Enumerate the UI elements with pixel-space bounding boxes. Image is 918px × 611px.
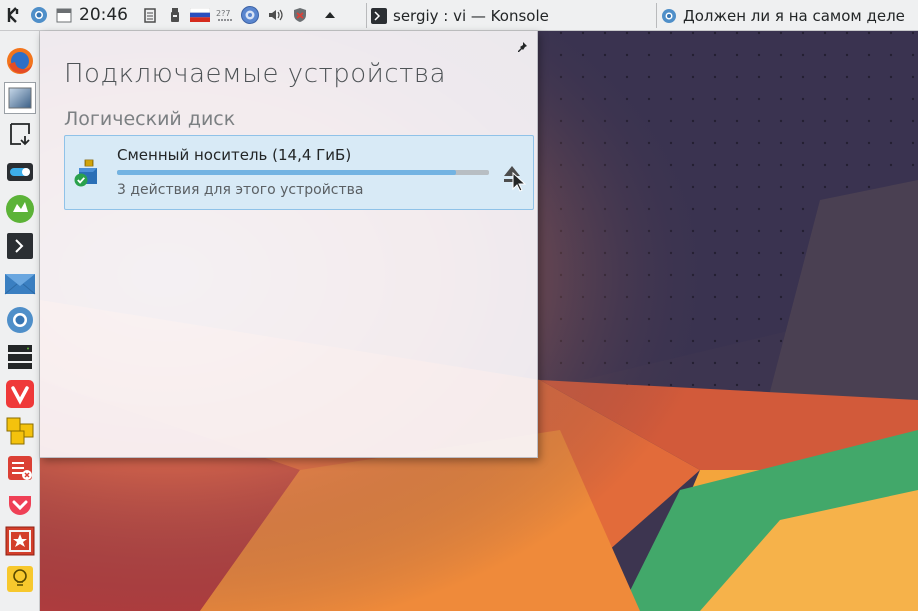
usb-drive-icon[interactable]: [164, 4, 186, 26]
taskbar-item-konsole[interactable]: sergiy : vi — Konsole: [366, 3, 653, 28]
chromium-icon[interactable]: [28, 4, 50, 26]
kde-logo-icon[interactable]: [3, 4, 25, 26]
vivaldi-icon[interactable]: [4, 378, 36, 410]
taskbar-item-title: Должен ли я на самом деле: [683, 6, 905, 25]
chromium-icon[interactable]: [4, 304, 36, 336]
puzzle-icon[interactable]: [4, 415, 36, 447]
device-notifier-popup: Подключаемые устройства Логический диск …: [40, 31, 538, 458]
volume-icon[interactable]: [264, 4, 286, 26]
expand-arrow-icon[interactable]: [319, 4, 341, 26]
clock[interactable]: 20:46: [79, 5, 128, 25]
terminal-icon: [371, 7, 387, 24]
settings-gear-icon[interactable]: [239, 4, 261, 26]
russian-flag-icon[interactable]: [189, 4, 211, 26]
taskbar-item-title: sergiy : vi — Konsole: [393, 6, 549, 25]
server-icon[interactable]: [4, 341, 36, 373]
device-name: Сменный носитель (14,4 ГиБ): [117, 146, 352, 164]
shield-icon[interactable]: [289, 4, 311, 26]
chromium-icon: [662, 8, 676, 23]
left-dock: [0, 31, 40, 611]
clipboard-icon[interactable]: [139, 4, 161, 26]
todoist-icon[interactable]: [4, 452, 36, 484]
mouse-cursor-icon: [512, 172, 526, 192]
lightbulb-icon[interactable]: [4, 563, 36, 595]
device-item[interactable]: Сменный носитель (14,4 ГиБ) 3 действия д…: [64, 135, 534, 210]
section-label: Логический диск: [64, 108, 236, 130]
mail-icon[interactable]: [4, 267, 36, 299]
file-manager-icon[interactable]: [4, 193, 36, 225]
device-actions-count: 3 действия для этого устройства: [117, 182, 364, 198]
device-usage-fill: [117, 170, 456, 175]
network-icon[interactable]: 2?7: [214, 4, 236, 26]
firefox-icon[interactable]: [4, 45, 36, 77]
terminal-icon[interactable]: [4, 230, 36, 262]
calendar-icon[interactable]: [53, 4, 75, 26]
device-usage-bar: [117, 170, 489, 175]
pin-icon[interactable]: [516, 41, 528, 53]
image-viewer-icon[interactable]: [4, 82, 36, 114]
toggle-icon[interactable]: [4, 156, 36, 188]
popup-title: Подключаемые устройства: [64, 59, 447, 89]
taskbar-item-browser[interactable]: Должен ли я на самом деле: [656, 3, 918, 28]
svg-text:2?7: 2?7: [216, 9, 230, 18]
pocket-icon[interactable]: [4, 489, 36, 521]
bookmark-star-icon[interactable]: [4, 525, 36, 557]
download-icon[interactable]: [4, 119, 36, 151]
sd-card-mounted-icon: [74, 159, 97, 187]
